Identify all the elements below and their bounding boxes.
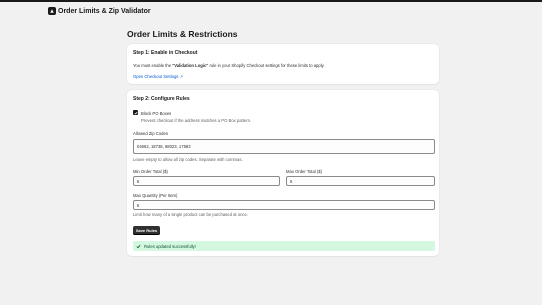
- min-order-total-input[interactable]: 5: [133, 176, 280, 186]
- max-quantity-label: Max Quantity (Per Item): [133, 192, 178, 198]
- external-link-icon: ↗: [179, 74, 183, 79]
- block-po-boxes-label: Block PO Boxes: [141, 110, 172, 116]
- zip-codes-textarea[interactable]: 04662, 18738, 68023, 17583: [133, 139, 435, 154]
- min-order-total-label: Min Order Total ($): [133, 168, 168, 174]
- save-rules-button[interactable]: Save Rules: [133, 226, 160, 235]
- max-quantity-input[interactable]: 5: [133, 200, 435, 210]
- checkout-settings-link-label: Open Checkout Settings: [133, 74, 179, 79]
- max-quantity-help: Limit how many of a single product can b…: [133, 212, 248, 217]
- app-title: Order Limits & Zip Validator: [58, 7, 151, 15]
- app-logo-icon: [48, 7, 56, 15]
- checkmark-icon: [136, 244, 141, 249]
- zip-codes-label: Allowed Zip Codes: [133, 131, 168, 136]
- max-order-total-value: 5: [290, 178, 293, 184]
- min-order-total-value: 5: [137, 178, 140, 184]
- max-quantity-value: 5: [137, 202, 140, 208]
- step2-heading: Step 2: Configure Rules: [133, 96, 190, 102]
- zip-codes-help: Leave empty to allow all zip codes. Sepa…: [133, 157, 243, 162]
- step1-instructions: You must enable the "Validation Logic" r…: [133, 63, 325, 68]
- open-checkout-settings-link[interactable]: Open Checkout Settings ↗: [133, 74, 183, 79]
- success-banner-text: Rules updated successfully!: [144, 243, 196, 249]
- max-order-total-input[interactable]: 5: [286, 176, 435, 186]
- zip-codes-value: 04662, 18738, 68023, 17583: [137, 144, 191, 149]
- checkbox-check-icon: [133, 111, 138, 115]
- step1-text-bold: "Validation Logic": [172, 63, 209, 68]
- block-po-boxes-help: Prevent checkout if the address matches …: [141, 118, 252, 123]
- block-po-boxes-checkbox[interactable]: [133, 110, 138, 115]
- max-order-total-label: Max Order Total ($): [286, 168, 322, 174]
- step1-text-after: rule in your Shopify Checkout settings f…: [208, 63, 325, 68]
- page-title: Order Limits & Restrictions: [127, 29, 238, 39]
- enable-checkout-card: Step 1: Enable in Checkout You must enab…: [127, 44, 439, 84]
- step1-text-before: You must enable the: [133, 63, 173, 68]
- success-banner: Rules updated successfully!: [133, 241, 435, 251]
- configure-rules-card: Step 2: Configure Rules Block PO Boxes P…: [127, 90, 439, 256]
- step1-heading: Step 1: Enable in Checkout: [133, 50, 198, 56]
- app-header: Order Limits & Zip Validator: [0, 2, 542, 20]
